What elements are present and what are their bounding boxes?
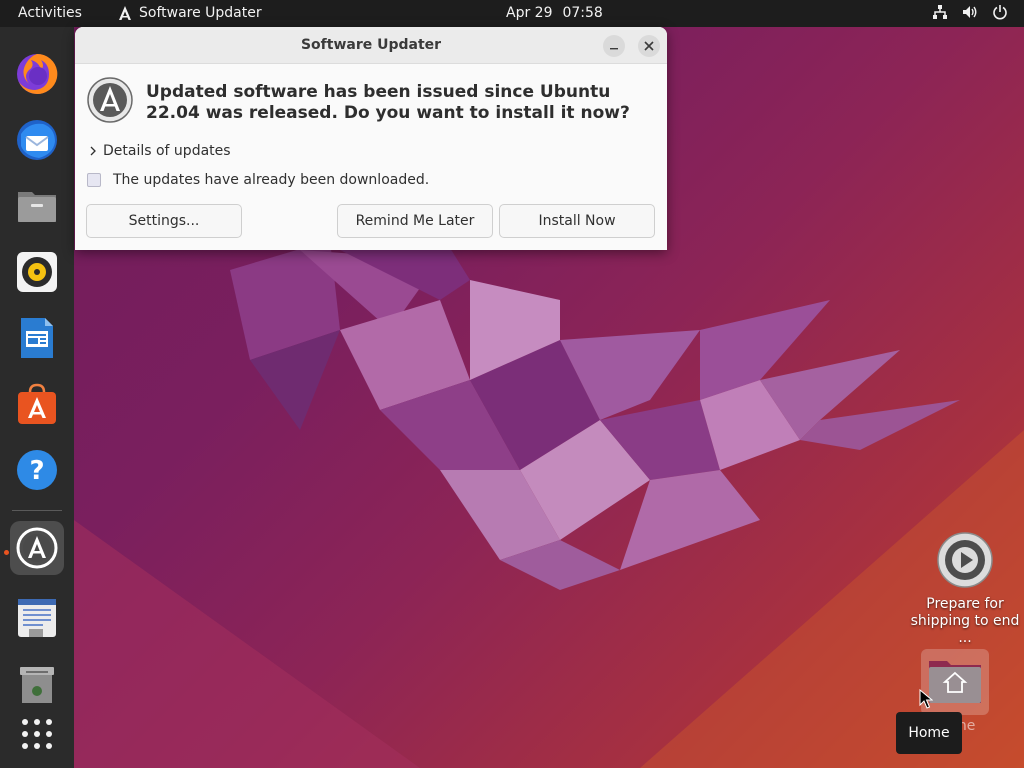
dock: ? [0, 27, 74, 768]
app-menu-label: Software Updater [139, 5, 262, 21]
dialog-title: Software Updater [300, 37, 442, 53]
running-indicator [4, 550, 9, 555]
close-button[interactable] [638, 35, 660, 57]
volume-icon [963, 6, 977, 18]
activities-button[interactable]: Activities [18, 5, 82, 21]
details-expander[interactable]: Details of updates [89, 143, 231, 159]
home-folder-icon [929, 661, 981, 703]
dialog-headline: Updated software has been issued since U… [146, 82, 630, 123]
text-editor-icon [18, 599, 56, 637]
settings-button[interactable]: Settings... [86, 204, 242, 238]
minimize-button[interactable] [603, 35, 625, 57]
writer-icon [21, 318, 53, 358]
system-status-area[interactable] [932, 4, 1008, 20]
details-label: Details of updates [103, 143, 231, 159]
software-icon [18, 383, 56, 424]
updater-icon [16, 527, 58, 569]
dialog-titlebar[interactable]: Software Updater [75, 27, 667, 64]
app-grid-icon [22, 719, 52, 749]
help-icon: ? [17, 450, 57, 490]
time-label: 07:58 [562, 5, 603, 21]
svg-text:?: ? [29, 456, 44, 486]
date-label: Apr 29 [506, 5, 553, 21]
power-icon [993, 5, 1007, 20]
note-text: The updates have already been downloaded… [113, 172, 430, 188]
close-icon [644, 41, 654, 51]
gear-play-icon [937, 532, 993, 588]
firefox-icon [17, 53, 58, 94]
software-updater-dialog: Software Updater Updated software has be… [75, 27, 667, 250]
app-menu[interactable]: Software Updater [117, 5, 262, 21]
dock-item-rhythmbox[interactable] [10, 245, 64, 299]
download-note: The updates have already been downloaded… [87, 172, 429, 188]
trash-icon [20, 667, 54, 703]
mouse-cursor [919, 689, 933, 709]
files-icon [18, 192, 56, 222]
dock-item-thunderbird[interactable] [10, 113, 64, 167]
dock-item-files[interactable] [10, 179, 64, 233]
dock-item-software-updater[interactable] [10, 521, 64, 575]
remind-me-later-button[interactable]: Remind Me Later [337, 204, 493, 238]
software-updater-icon [119, 6, 131, 20]
desktop-item-prepare-shipping[interactable]: Prepare for shipping to end ... [908, 530, 1022, 647]
dock-item-writer[interactable] [10, 311, 64, 365]
install-now-button[interactable]: Install Now [499, 204, 655, 238]
dock-item-ubuntu-software[interactable] [10, 377, 64, 431]
network-icon [933, 5, 947, 19]
top-bar: Activities Software Updater Apr 29 07:58 [0, 0, 1024, 27]
dock-item-help[interactable]: ? [10, 443, 64, 497]
chevron-right-icon [90, 146, 96, 156]
prepare-label: Prepare for shipping to end ... [910, 596, 1020, 646]
dock-item-trash[interactable] [10, 657, 64, 711]
thunderbird-icon [17, 120, 57, 160]
show-apps-button[interactable] [10, 707, 64, 761]
info-icon [87, 173, 101, 187]
dock-item-firefox[interactable] [10, 47, 64, 101]
dock-separator [12, 510, 62, 511]
dock-item-text-editor[interactable] [10, 591, 64, 645]
rhythmbox-icon [17, 252, 57, 292]
minimize-icon [610, 48, 618, 50]
home-tooltip: Home [896, 712, 962, 754]
clock[interactable]: Apr 29 07:58 [506, 5, 603, 21]
software-updater-icon [87, 77, 133, 123]
